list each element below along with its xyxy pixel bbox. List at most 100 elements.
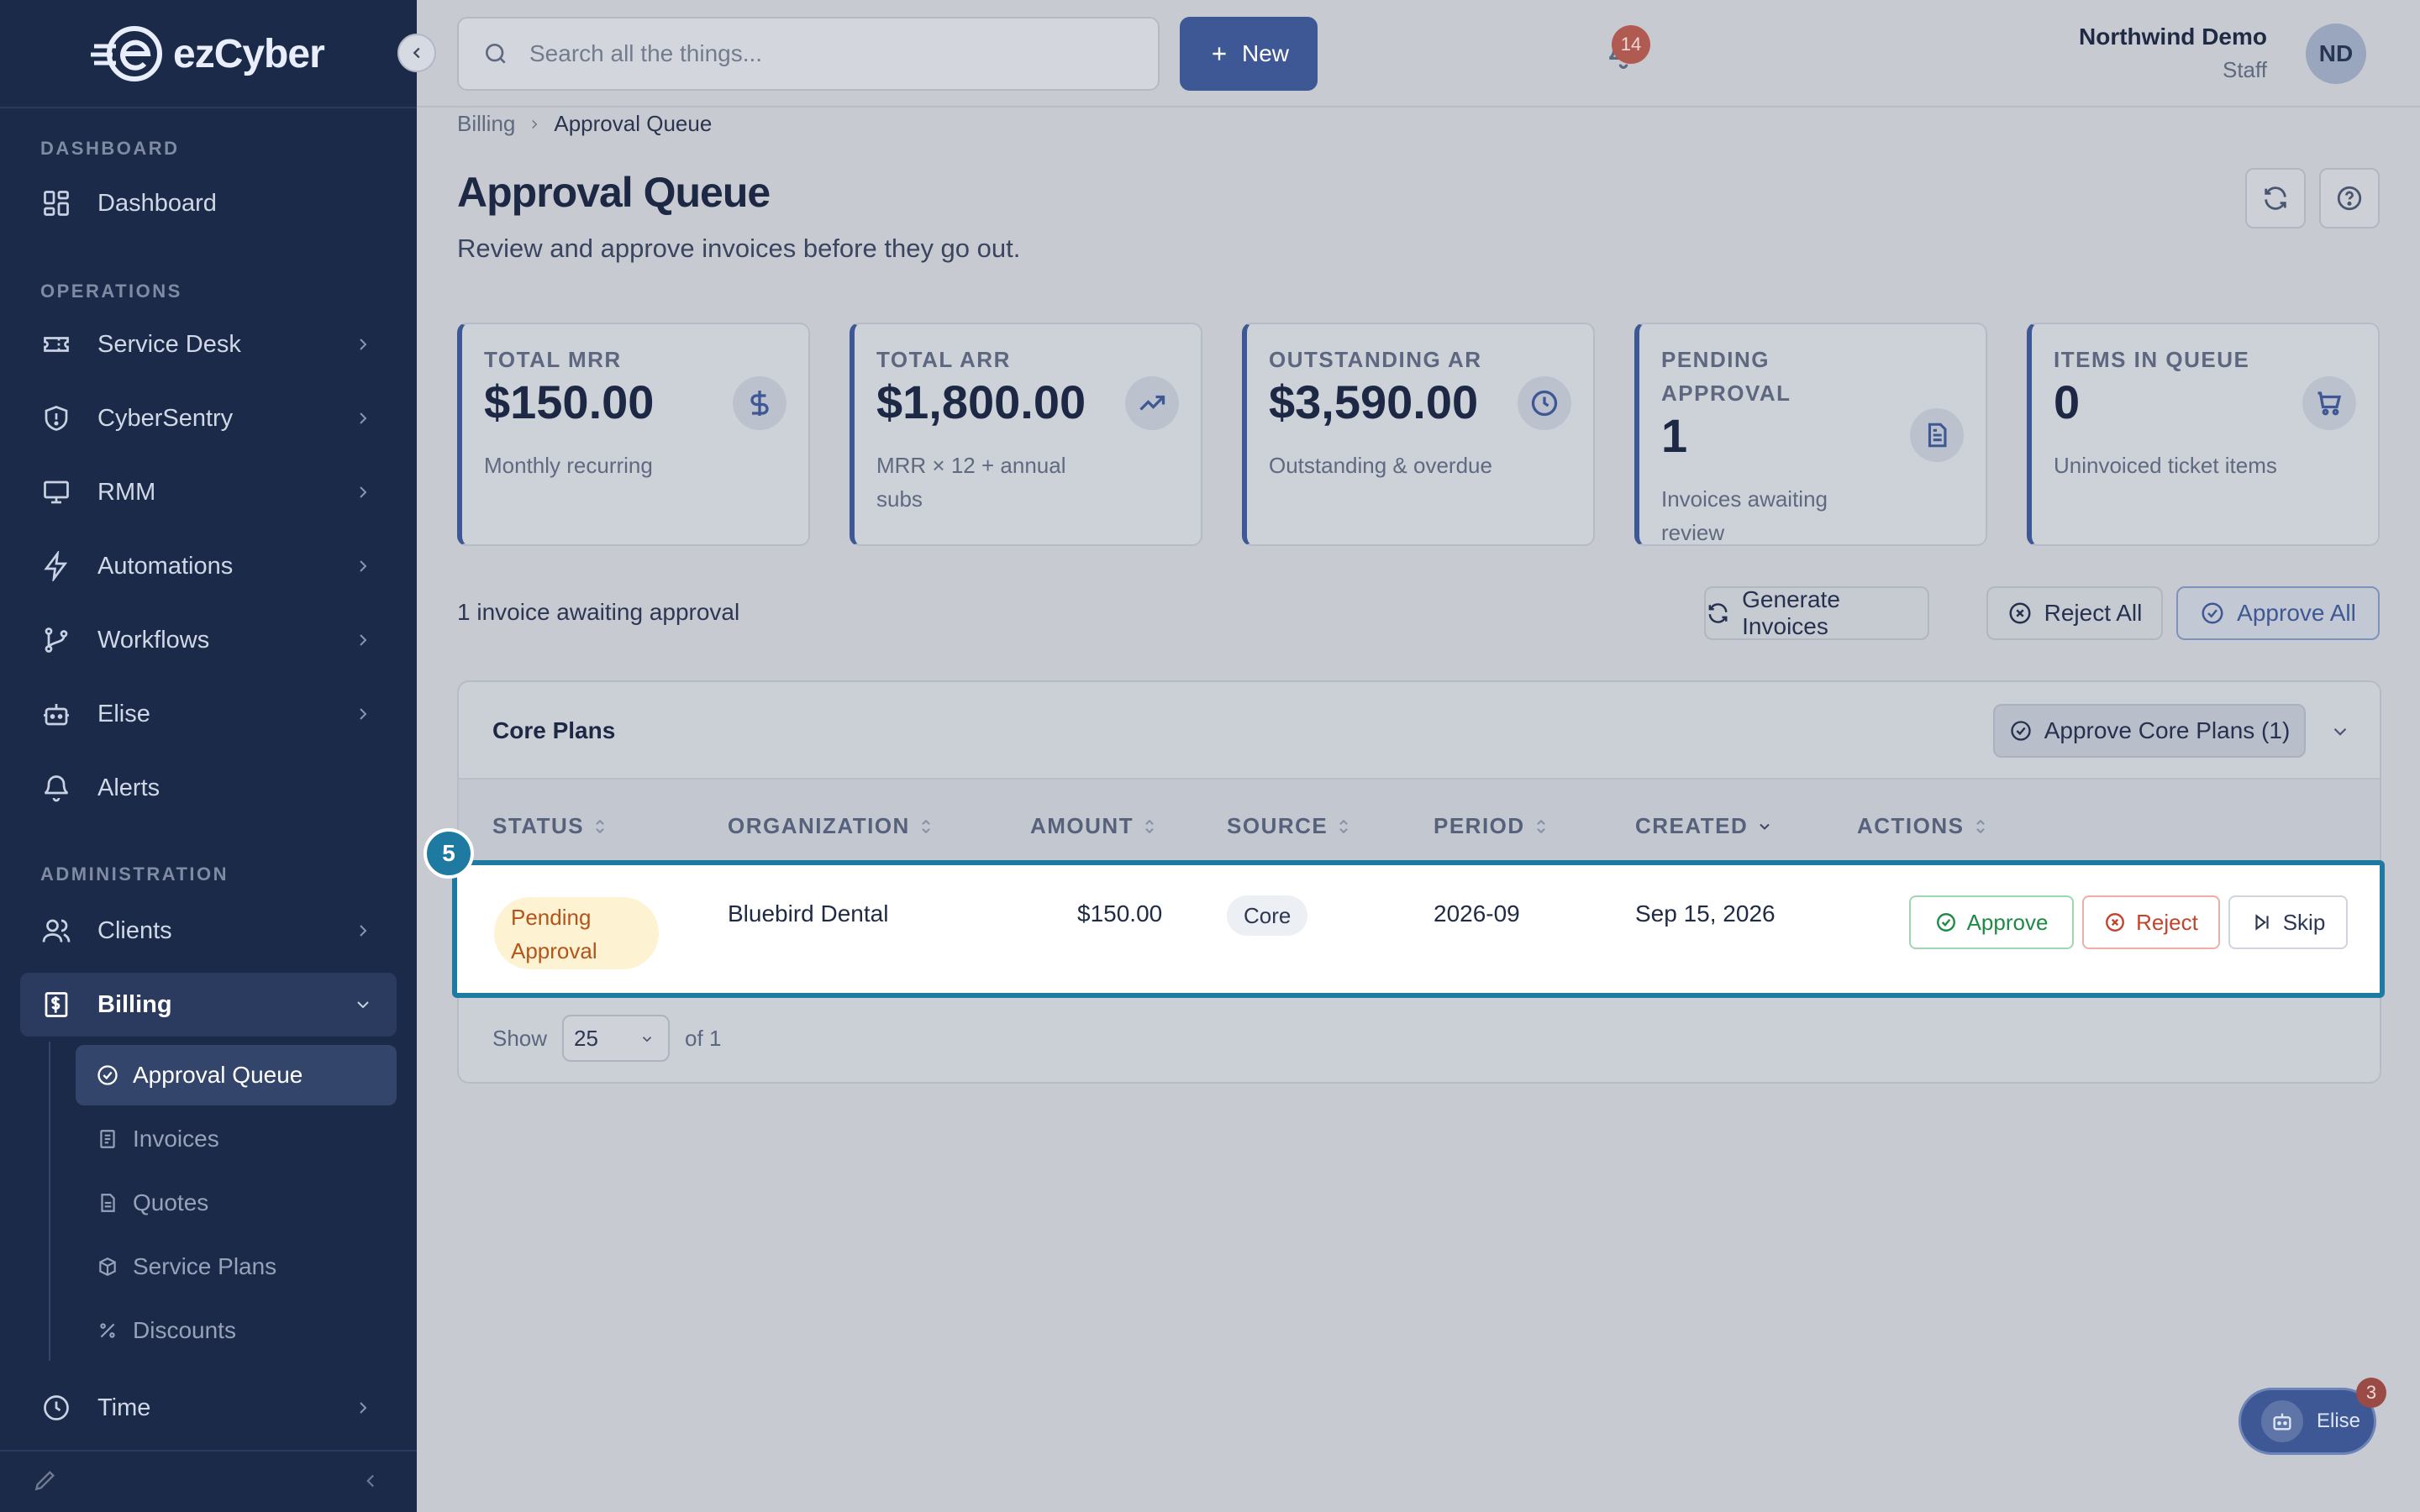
reject-all-button[interactable]: Reject All	[1986, 586, 2163, 640]
stat-card-total-arr: TOTAL ARR $1,800.00 MRR × 12 + annual su…	[850, 323, 1202, 546]
sidebar-subitem-label: Service Plans	[133, 1253, 277, 1279]
stat-value: 0	[2054, 375, 2081, 428]
refresh-icon	[1708, 603, 1728, 623]
ticket-icon	[40, 328, 72, 360]
stat-label: ITEMS IN QUEUE	[2054, 347, 2250, 372]
file-text-icon	[96, 1191, 119, 1215]
section-label-administration: ADMINISTRATION	[40, 864, 229, 885]
sidebar-item-elise[interactable]: Elise	[20, 682, 397, 746]
page-size-select[interactable]: 25	[562, 1015, 671, 1062]
sort-icon	[1536, 819, 1545, 833]
stat-card-items-in-queue: ITEMS IN QUEUE 0 Uninvoiced ticket items	[2027, 323, 2380, 546]
document-icon	[1910, 408, 1964, 462]
stat-value: 1	[1661, 409, 1688, 462]
column-actions[interactable]: ACTIONS	[1857, 813, 1988, 839]
sidebar-subitem-discounts[interactable]: Discounts	[76, 1300, 397, 1361]
check-circle-icon	[2202, 602, 2223, 624]
chevron-right-icon	[360, 486, 367, 498]
queue-summary: 1 invoice awaiting approval	[457, 599, 740, 625]
stat-note: Outstanding & overdue	[1269, 453, 1492, 478]
page-title: Approval Queue	[457, 169, 771, 216]
sidebar-item-cybersentry[interactable]: CyberSentry	[20, 386, 397, 450]
check-circle-icon	[2011, 721, 2031, 741]
step-badge: 5	[424, 828, 474, 879]
pagination: Show 25 of 1	[492, 1015, 721, 1062]
search-input[interactable]	[529, 40, 1118, 67]
reject-button[interactable]: Reject	[2082, 895, 2220, 949]
source-badge: Core	[1227, 895, 1308, 936]
sidebar-collapse-button[interactable]	[397, 34, 436, 72]
table-header: STATUS ORGANIZATION AMOUNT SOURCE PERIOD…	[459, 780, 2380, 872]
search-box[interactable]	[457, 17, 1160, 91]
chevron-right-icon	[360, 560, 367, 572]
stat-value: $1,800.00	[876, 375, 1086, 428]
bell-icon	[40, 772, 72, 804]
brand-name: ezCyber	[173, 31, 325, 76]
user-name[interactable]: Northwind Demo	[2079, 24, 2267, 50]
stat-note: MRR × 12 + annual subs	[876, 453, 1066, 512]
reject-all-label: Reject All	[2044, 600, 2143, 626]
cell-organization[interactable]: Bluebird Dental	[728, 900, 888, 927]
approve-core-plans-button[interactable]: Approve Core Plans (1)	[1993, 704, 2306, 758]
sidebar-subitem-service-plans[interactable]: Service Plans	[76, 1236, 397, 1297]
column-amount[interactable]: AMOUNT	[1030, 813, 1157, 839]
breadcrumb-current: Approval Queue	[554, 111, 713, 136]
stat-card-pending-approval: PENDING APPROVAL 1 Invoices awaiting rev…	[1634, 323, 1987, 546]
chevron-down-icon[interactable]	[2329, 721, 2351, 743]
sidebar-subitem-label: Approval Queue	[133, 1062, 303, 1088]
cell-created: Sep 15, 2026	[1635, 900, 1776, 927]
column-source[interactable]: SOURCE	[1227, 813, 1351, 839]
skip-button[interactable]: Skip	[2228, 895, 2348, 949]
sort-icon	[1975, 819, 1985, 833]
sidebar-item-label: Clients	[97, 916, 172, 944]
chevron-left-icon[interactable]	[360, 1470, 381, 1492]
breadcrumb-billing[interactable]: Billing	[457, 111, 515, 137]
sidebar-item-rmm[interactable]: RMM	[20, 460, 397, 524]
sidebar: ezCyber DASHBOARD Dashboard OPERATIONS S…	[0, 0, 417, 1512]
sidebar-item-clients[interactable]: Clients	[20, 899, 397, 963]
stat-label: OUTSTANDING AR	[1269, 347, 1482, 372]
stat-label: PENDING APPROVAL	[1661, 347, 1791, 406]
sidebar-item-time[interactable]: Time	[20, 1376, 397, 1440]
x-circle-icon	[2106, 913, 2125, 932]
sidebar-item-workflows[interactable]: Workflows	[20, 608, 397, 672]
stat-card-total-mrr: TOTAL MRR $150.00 Monthly recurring	[457, 323, 810, 546]
sidebar-subitem-invoices[interactable]: Invoices	[76, 1109, 397, 1169]
sidebar-item-service-desk[interactable]: Service Desk	[20, 312, 397, 376]
new-button[interactable]: New	[1180, 17, 1318, 91]
sidebar-item-label: Time	[97, 1394, 151, 1421]
sidebar-subitem-approval-queue[interactable]: Approval Queue	[76, 1045, 397, 1105]
approve-button[interactable]: Approve	[1909, 895, 2074, 949]
pencil-icon[interactable]	[32, 1467, 59, 1494]
chevron-down-icon	[357, 1001, 369, 1009]
section-label-operations: OPERATIONS	[40, 281, 182, 302]
avatar[interactable]: ND	[2306, 24, 2366, 84]
sidebar-item-label: Alerts	[97, 774, 160, 801]
x-circle-icon	[2009, 602, 2031, 624]
sidebar-item-automations[interactable]: Automations	[20, 534, 397, 598]
cart-icon	[2302, 376, 2356, 430]
receipt-icon	[40, 989, 72, 1021]
invoice-icon	[96, 1127, 119, 1151]
page-size-wrapper: 25	[562, 1015, 671, 1062]
elise-assistant-button[interactable]: Elise	[2238, 1388, 2376, 1455]
approve-all-button[interactable]: Approve All	[2176, 586, 2380, 640]
help-button[interactable]	[2319, 168, 2380, 228]
brand-logo[interactable]: ezCyber	[91, 20, 325, 87]
sidebar-item-dashboard[interactable]: Dashboard	[20, 171, 397, 235]
table-row[interactable]: Pending Approval Bluebird Dental $150.00…	[452, 860, 2385, 998]
sidebar-subitem-quotes[interactable]: Quotes	[76, 1173, 397, 1233]
generate-invoices-button[interactable]: Generate Invoices	[1704, 586, 1929, 640]
refresh-button[interactable]	[2245, 168, 2306, 228]
column-period[interactable]: PERIOD	[1434, 813, 1549, 839]
git-branch-icon	[40, 624, 72, 656]
sidebar-item-alerts[interactable]: Alerts	[20, 756, 397, 820]
column-created[interactable]: CREATED	[1635, 813, 1773, 839]
column-organization[interactable]: ORGANIZATION	[728, 813, 934, 839]
sidebar-item-label: Billing	[97, 990, 172, 1018]
chevron-right-icon	[360, 412, 367, 424]
column-status[interactable]: STATUS	[492, 813, 608, 839]
sidebar-subitem-label: Discounts	[133, 1317, 236, 1343]
sidebar-item-billing[interactable]: Billing	[20, 973, 397, 1037]
breadcrumb: Billing Approval Queue	[457, 111, 712, 137]
